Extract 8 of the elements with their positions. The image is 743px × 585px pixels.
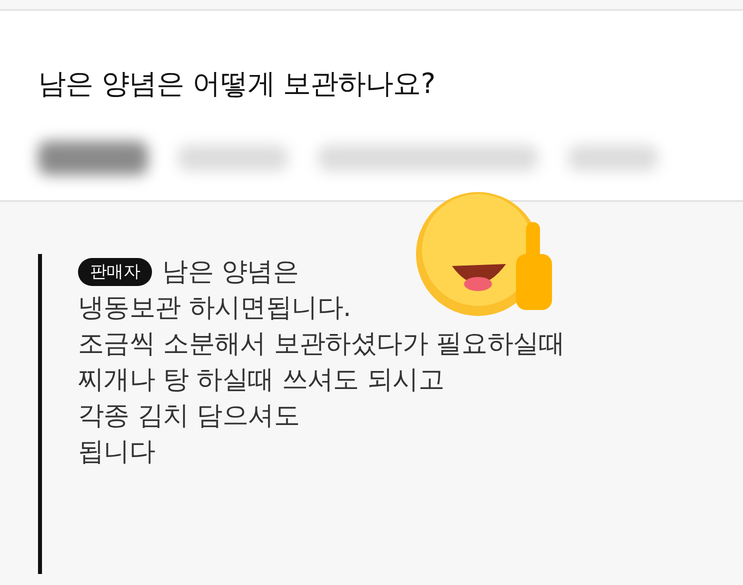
answer-text: 남은 양념은 bbox=[162, 256, 299, 289]
answer-text: 각종 김치 담으셔도 bbox=[78, 400, 300, 433]
answer-text: 조금씩 소분해서 보관하셨다가 필요하실때 bbox=[78, 328, 564, 361]
answer-text: 찌개나 탕 하실때 쓰셔도 되시고 bbox=[78, 364, 444, 397]
answer-text: 됩니다 bbox=[78, 436, 156, 469]
answer-text: 냉동보관 하시면됩니다. bbox=[78, 292, 351, 325]
seller-badge: 판매자 bbox=[78, 258, 152, 286]
question-title: 남은 양념은 어떻게 보관하나요? bbox=[38, 66, 436, 102]
